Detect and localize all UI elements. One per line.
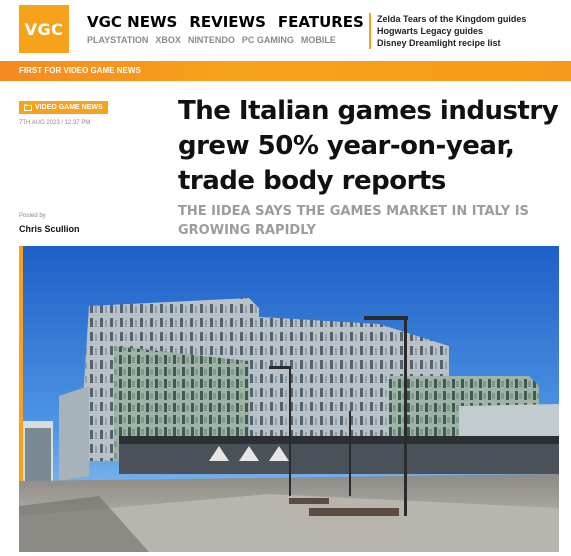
nav-xbox[interactable]: XBOX — [155, 35, 181, 45]
guide-link-dreamlight[interactable]: Disney Dreamlight recipe list — [377, 37, 526, 49]
guides-list: Zelda Tears of the Kingdom guides Hogwar… — [369, 13, 526, 49]
nav-reviews[interactable]: REVIEWS — [189, 13, 266, 31]
guide-link-hogwarts[interactable]: Hogwarts Legacy guides — [377, 25, 526, 37]
site-header: VGC VGC NEWS REVIEWS FEATURES PLAYSTATIO… — [0, 0, 571, 60]
nav-mobile[interactable]: MOBILE — [301, 35, 336, 45]
site-logo[interactable]: VGC — [19, 5, 69, 53]
article-date: 7TH AUG 2023 / 12:37 PM — [19, 120, 91, 126]
category-badge[interactable]: VIDEO GAME NEWS — [19, 101, 108, 114]
nav-vgc-news[interactable]: VGC NEWS — [87, 13, 177, 31]
article-subtitle: THE IIDEA SAYS THE GAMES MARKET IN ITALY… — [178, 204, 529, 238]
posted-by-label: Posted by — [19, 213, 46, 219]
article-headline: The Italian games industry grew 50% year… — [178, 96, 559, 196]
category-label: VIDEO GAME NEWS — [35, 104, 103, 111]
tagline-bar: FIRST FOR VIDEO GAME NEWS — [0, 61, 571, 81]
nav-pc-gaming[interactable]: PC GAMING — [242, 35, 294, 45]
main-nav: VGC NEWS REVIEWS FEATURES — [87, 13, 364, 31]
nav-nintendo[interactable]: NINTENDO — [188, 35, 235, 45]
tagline-text: FIRST FOR VIDEO GAME NEWS — [19, 66, 141, 75]
article-hero-image — [19, 246, 559, 552]
nav-playstation[interactable]: PLAYSTATION — [87, 35, 148, 45]
platform-nav: PLAYSTATION XBOX NINTENDO PC GAMING MOBI… — [87, 35, 336, 45]
nav-features[interactable]: FEATURES — [278, 13, 364, 31]
author-name[interactable]: Chris Scullion — [19, 224, 80, 234]
guide-link-zelda[interactable]: Zelda Tears of the Kingdom guides — [377, 13, 526, 25]
folder-icon — [24, 104, 32, 111]
